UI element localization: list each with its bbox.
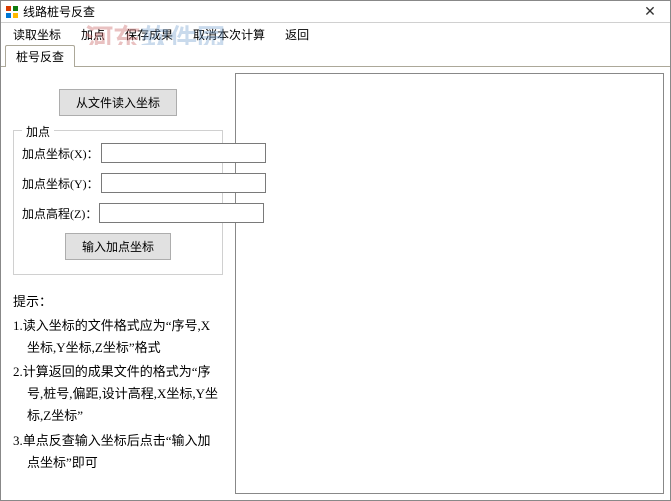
menu-save-result[interactable]: 保存成果: [121, 24, 177, 45]
hint-item-3: 3.单点反查输入坐标后点击“输入加点坐标”即可: [13, 430, 223, 474]
x-input[interactable]: [101, 143, 266, 163]
z-label: 加点高程(Z)：: [22, 205, 97, 222]
content-area: 从文件读入坐标 加点 加点坐标(X)： 加点坐标(Y)： 加点高程(Z)： 输入…: [1, 67, 670, 500]
menu-return[interactable]: 返回: [281, 24, 313, 45]
z-input[interactable]: [99, 203, 264, 223]
fieldset-legend: 加点: [22, 123, 54, 140]
menu-add-point[interactable]: 加点: [77, 24, 109, 45]
menu-load-coords[interactable]: 读取坐标: [9, 24, 65, 45]
titlebar: 线路桩号反查 ✕: [1, 1, 670, 23]
menu-cancel-calc[interactable]: 取消本次计算: [189, 24, 269, 45]
hint-item-1: 1.读入坐标的文件格式应为“序号,X坐标,Y坐标,Z坐标”格式: [13, 315, 223, 359]
menubar: 读取坐标 加点 保存成果 取消本次计算 返回: [1, 23, 670, 45]
output-panel: [235, 73, 664, 494]
left-panel: 从文件读入坐标 加点 加点坐标(X)： 加点坐标(Y)： 加点高程(Z)： 输入…: [7, 73, 229, 494]
submit-point-button[interactable]: 输入加点坐标: [65, 233, 171, 260]
y-input[interactable]: [101, 173, 266, 193]
window-title: 线路桩号反查: [23, 3, 95, 20]
main-window: 线路桩号反查 ✕ 读取坐标 加点 保存成果 取消本次计算 返回 桩号反查 从文件…: [0, 0, 671, 501]
add-point-fieldset: 加点 加点坐标(X)： 加点坐标(Y)： 加点高程(Z)： 输入加点坐标: [13, 130, 223, 275]
tabbar: 桩号反查: [1, 45, 670, 67]
hint-item-2: 2.计算返回的成果文件的格式为“序号,桩号,偏距,设计高程,X坐标,Y坐标,Z坐…: [13, 361, 223, 427]
hints-section: 提示： 1.读入坐标的文件格式应为“序号,X坐标,Y坐标,Z坐标”格式 2.计算…: [13, 291, 223, 474]
close-icon: ✕: [644, 3, 656, 20]
close-button[interactable]: ✕: [630, 1, 670, 22]
x-label: 加点坐标(X)：: [22, 145, 99, 162]
app-icon: [5, 5, 19, 19]
y-label: 加点坐标(Y)：: [22, 175, 99, 192]
tab-reverse-lookup[interactable]: 桩号反查: [5, 45, 75, 67]
hints-title: 提示：: [13, 291, 223, 313]
load-from-file-button[interactable]: 从文件读入坐标: [59, 89, 177, 116]
